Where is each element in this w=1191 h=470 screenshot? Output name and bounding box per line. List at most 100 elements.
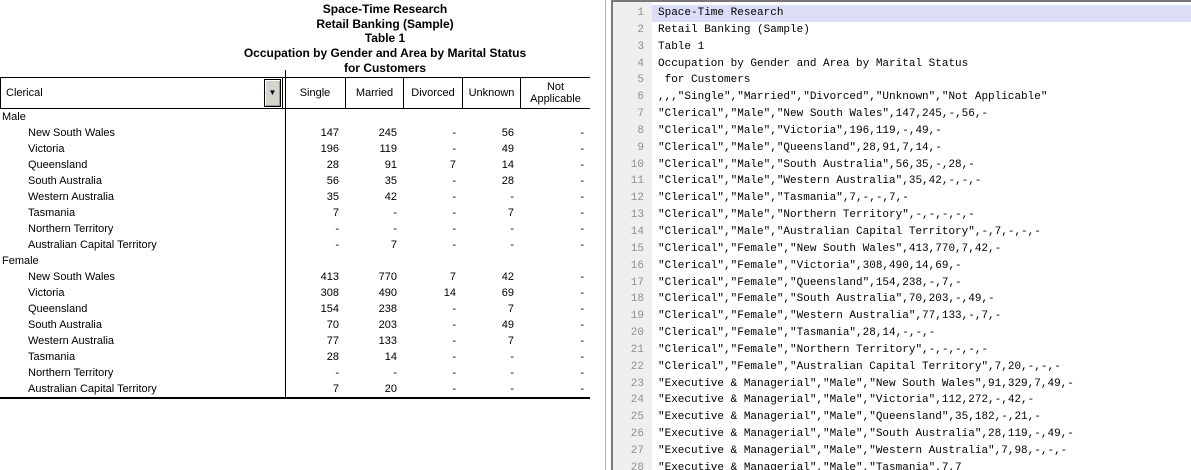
csv-line[interactable]: "Executive & Managerial","Male","New Sou… xyxy=(652,376,1191,393)
data-cell: - xyxy=(345,207,403,219)
csv-line[interactable]: for Customers xyxy=(652,72,1191,89)
data-cell: - xyxy=(520,223,590,235)
row-label: Victoria xyxy=(28,143,64,155)
csv-line[interactable]: "Executive & Managerial","Male","Victori… xyxy=(652,392,1191,409)
report-title-line: Occupation by Gender and Area by Marital… xyxy=(0,46,604,61)
table-row: Queensland154238-7- xyxy=(0,301,590,317)
table-row: South Australia70203-49- xyxy=(0,317,590,333)
line-number: 13 xyxy=(613,207,652,224)
csv-line[interactable]: Retail Banking (Sample) xyxy=(652,22,1191,39)
row-label: Northern Territory xyxy=(28,223,113,235)
csv-line[interactable]: Space-Time Research xyxy=(652,5,1191,22)
report-title-line: Retail Banking (Sample) xyxy=(0,17,604,32)
row-label: Northern Territory xyxy=(28,367,113,379)
line-number: 27 xyxy=(613,443,652,460)
data-cell: - xyxy=(403,223,462,235)
panel-splitter[interactable] xyxy=(605,0,606,470)
table-row: Victoria196119-49- xyxy=(0,141,590,157)
table-row: Australian Capital Territory720--- xyxy=(0,381,590,397)
table-bottom-rule xyxy=(0,397,590,399)
csv-line[interactable]: "Clerical","Male","South Australia",56,3… xyxy=(652,157,1191,174)
line-number: 10 xyxy=(613,157,652,174)
data-cell: 154 xyxy=(285,303,345,315)
csv-line[interactable]: "Clerical","Female","Northern Territory"… xyxy=(652,342,1191,359)
csv-line[interactable]: "Clerical","Female","New South Wales",41… xyxy=(652,241,1191,258)
table-row: Victoria3084901469- xyxy=(0,285,590,301)
line-number: 14 xyxy=(613,224,652,241)
row-label: Victoria xyxy=(28,287,64,299)
group-label: Male xyxy=(2,111,26,123)
data-cell: - xyxy=(285,239,345,251)
row-label: Australian Capital Territory xyxy=(28,239,157,251)
csv-line[interactable]: "Clerical","Male","Queensland",28,91,7,1… xyxy=(652,140,1191,157)
data-cell: 770 xyxy=(345,271,403,283)
csv-line[interactable]: "Clerical","Male","Tasmania",7,-,-,7,- xyxy=(652,190,1191,207)
data-cell: - xyxy=(520,127,590,139)
csv-line[interactable]: "Clerical","Male","Northern Territory",-… xyxy=(652,207,1191,224)
line-number: 8 xyxy=(613,123,652,140)
data-cell: - xyxy=(520,367,590,379)
group-row: Male xyxy=(0,109,590,125)
data-cell: - xyxy=(462,367,520,379)
csv-line[interactable]: "Clerical","Female","Australian Capital … xyxy=(652,359,1191,376)
data-cell: 42 xyxy=(345,191,403,203)
data-cell: 238 xyxy=(345,303,403,315)
data-cell: - xyxy=(462,383,520,395)
csv-text-area[interactable]: Space-Time ResearchRetail Banking (Sampl… xyxy=(652,2,1191,470)
data-cell: - xyxy=(403,367,462,379)
data-cell: - xyxy=(403,175,462,187)
data-cell: 14 xyxy=(345,351,403,363)
data-cell: 308 xyxy=(285,287,345,299)
line-number: 24 xyxy=(613,392,652,409)
csv-line[interactable]: "Executive & Managerial","Male","Queensl… xyxy=(652,409,1191,426)
line-number: 21 xyxy=(613,342,652,359)
line-number: 19 xyxy=(613,308,652,325)
row-label: Australian Capital Territory xyxy=(28,383,157,395)
data-cell: - xyxy=(403,383,462,395)
line-number: 17 xyxy=(613,275,652,292)
csv-source-panel[interactable]: 1234567891011121314151617181920212223242… xyxy=(611,0,1191,470)
data-cell: - xyxy=(403,127,462,139)
csv-line[interactable]: "Clerical","Female","Western Australia",… xyxy=(652,308,1191,325)
column-header-row: SingleMarriedDivorcedUnknownNot Applicab… xyxy=(0,77,590,109)
table-row: Tasmania7--7- xyxy=(0,205,590,221)
csv-line[interactable]: "Clerical","Male","New South Wales",147,… xyxy=(652,106,1191,123)
data-cell: - xyxy=(520,383,590,395)
data-cell: - xyxy=(520,191,590,203)
csv-line[interactable]: "Clerical","Female","South Australia",70… xyxy=(652,291,1191,308)
table-row: New South Wales413770742- xyxy=(0,269,590,285)
csv-line[interactable]: Occupation by Gender and Area by Marital… xyxy=(652,56,1191,73)
csv-line[interactable]: "Clerical","Male","Victoria",196,119,-,4… xyxy=(652,123,1191,140)
csv-line[interactable]: "Clerical","Female","Victoria",308,490,1… xyxy=(652,258,1191,275)
data-cell: 49 xyxy=(462,319,520,331)
data-cell: 70 xyxy=(285,319,345,331)
table-row: South Australia5635-28- xyxy=(0,173,590,189)
table-row: Tasmania2814--- xyxy=(0,349,590,365)
csv-line[interactable]: "Clerical","Male","Australian Capital Te… xyxy=(652,224,1191,241)
column-header-married: Married xyxy=(345,77,403,109)
csv-line[interactable]: "Clerical","Female","Queensland",154,238… xyxy=(652,275,1191,292)
data-cell: - xyxy=(403,319,462,331)
data-cell: 7 xyxy=(403,271,462,283)
group-row: Female xyxy=(0,253,590,269)
csv-line[interactable]: "Executive & Managerial","Male","Tasmani… xyxy=(652,460,1191,470)
data-cell: 56 xyxy=(462,127,520,139)
data-cell: 7 xyxy=(403,159,462,171)
csv-line[interactable]: "Clerical","Female","Tasmania",28,14,-,-… xyxy=(652,325,1191,342)
line-number: 5 xyxy=(613,72,652,89)
row-label: Queensland xyxy=(28,159,87,171)
data-cell: - xyxy=(345,223,403,235)
data-cell: 77 xyxy=(285,335,345,347)
line-number: 11 xyxy=(613,173,652,190)
csv-line[interactable]: ,,,"Single","Married","Divorced","Unknow… xyxy=(652,89,1191,106)
data-cell: 49 xyxy=(462,143,520,155)
csv-line[interactable]: "Executive & Managerial","Male","South A… xyxy=(652,426,1191,443)
csv-line[interactable]: "Executive & Managerial","Male","Western… xyxy=(652,443,1191,460)
data-cell: 490 xyxy=(345,287,403,299)
data-cell: 69 xyxy=(462,287,520,299)
data-cell: - xyxy=(520,351,590,363)
data-cell: - xyxy=(403,303,462,315)
csv-line[interactable]: "Clerical","Male","Western Australia",35… xyxy=(652,173,1191,190)
data-cell: 133 xyxy=(345,335,403,347)
csv-line[interactable]: Table 1 xyxy=(652,39,1191,56)
